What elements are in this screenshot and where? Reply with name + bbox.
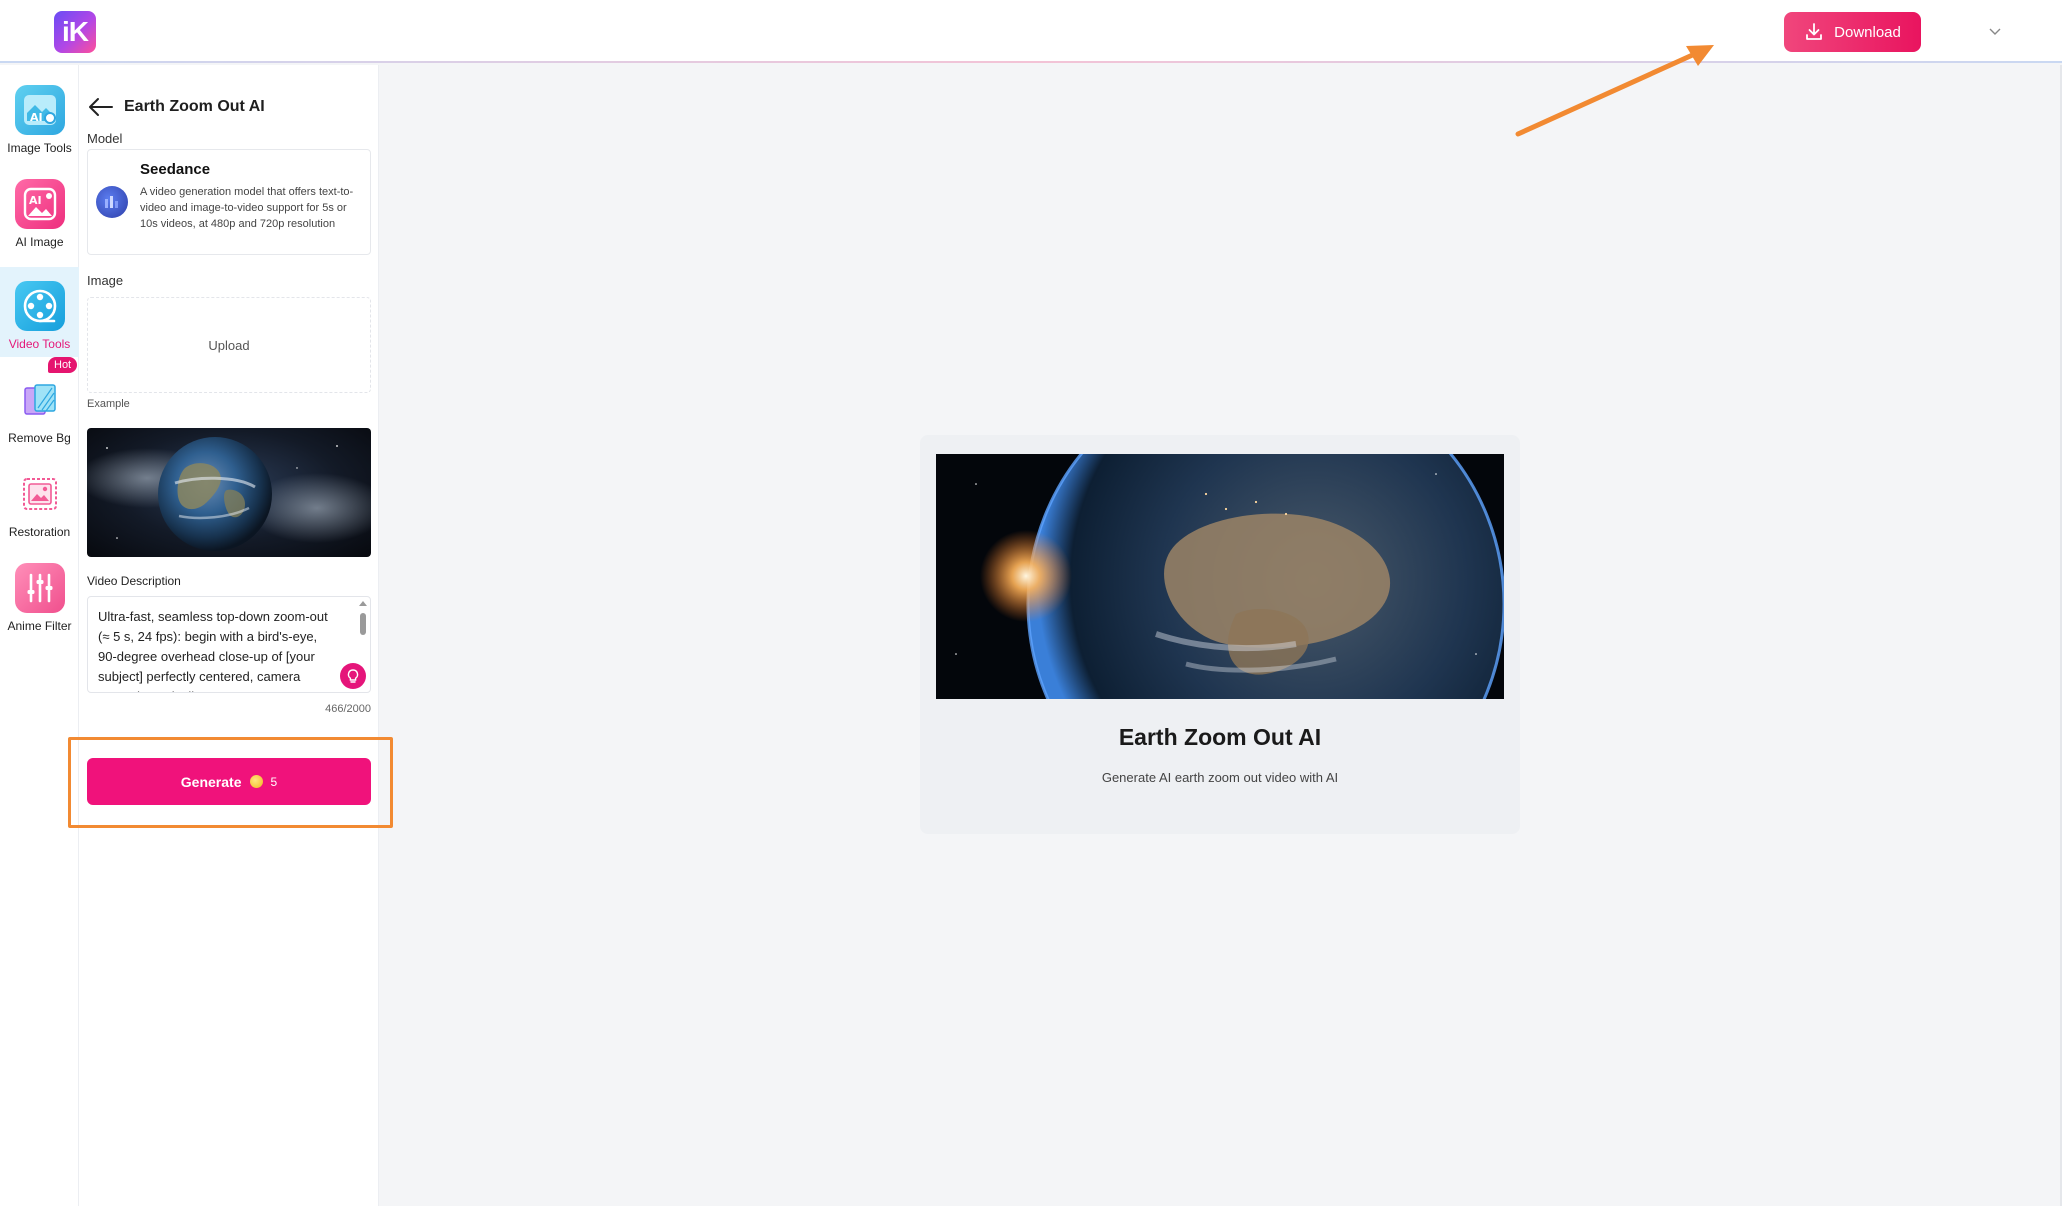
svg-text:AI: AI [29, 194, 42, 207]
rail-item-anime-filter[interactable]: Anime Filter [0, 543, 79, 633]
video-description-textarea[interactable]: Ultra-fast, seamless top-down zoom-out (… [87, 596, 371, 693]
preview-subtitle: Generate AI earth zoom out video with AI [1101, 770, 1339, 785]
rail-label: Remove Bg [8, 431, 71, 445]
video-tools-icon [14, 281, 65, 331]
preview-image [936, 454, 1504, 699]
anime-filter-icon [14, 563, 65, 613]
earth-example-image [87, 437, 371, 551]
textarea-scrollbar[interactable] [360, 613, 366, 635]
generate-cost: 5 [270, 774, 278, 789]
rail-item-restoration[interactable]: Restoration [0, 449, 79, 539]
character-counter: 466/2000 [325, 703, 371, 715]
example-label: Example [87, 398, 130, 410]
rail-item-remove-bg[interactable]: Remove Bg [0, 355, 79, 445]
seedance-logo-icon [96, 186, 128, 218]
image-label: Image [87, 273, 124, 288]
rail-item-video-tools[interactable]: Video Tools [0, 267, 88, 357]
prompt-idea-button[interactable] [340, 663, 366, 689]
download-button[interactable]: Download [1784, 12, 1921, 52]
account-dropdown[interactable] [1984, 20, 2006, 42]
panel-title: Earth Zoom Out AI [124, 98, 265, 115]
rail-label: Video Tools [8, 337, 71, 351]
generate-label: Generate [180, 773, 242, 790]
model-label: Model [87, 131, 123, 146]
panel-header: Earth Zoom Out AI [88, 94, 265, 120]
back-arrow-icon[interactable] [88, 94, 114, 120]
upload-label: Upload [208, 337, 250, 353]
rail-label: AI Image [15, 235, 64, 249]
restoration-icon [15, 469, 65, 519]
download-label: Download [1834, 23, 1901, 41]
app-logo[interactable]: iK [54, 11, 96, 53]
model-description: A video generation model that offers tex… [140, 186, 354, 230]
rail-item-image-tools[interactable]: AI Image Tools [0, 65, 79, 155]
rail-label: Image Tools [7, 141, 72, 155]
image-tools-icon: AI [14, 85, 65, 135]
preview-title: Earth Zoom Out AI [1118, 724, 1322, 750]
svg-text:AI: AI [30, 111, 43, 124]
rail-item-ai-image[interactable]: AI AI Image [0, 159, 79, 249]
generate-button[interactable]: Generate 5 [87, 758, 371, 805]
coin-icon [249, 775, 263, 788]
ai-image-icon: AI [14, 179, 65, 229]
example-thumbnail[interactable] [87, 428, 371, 557]
scroll-up-arrow-icon[interactable] [359, 601, 367, 606]
annotation-arrow-icon [1515, 45, 1714, 137]
rail-label: Restoration [8, 525, 71, 539]
video-description-label: Video Description [87, 574, 181, 588]
lightbulb-icon [347, 669, 359, 683]
download-icon [1806, 23, 1823, 40]
model-name: Seedance [140, 161, 211, 178]
image-upload-dropzone[interactable]: Upload [87, 297, 371, 393]
video-description-text: Ultra-fast, seamless top-down zoom-out (… [98, 609, 328, 692]
chevron-down-icon [1989, 28, 2001, 35]
model-selector[interactable]: Seedance A video generation model that o… [87, 149, 371, 255]
top-bar: iK Download [0, 0, 2062, 63]
rail-label: Anime Filter [7, 619, 72, 633]
remove-bg-icon [15, 375, 65, 425]
earth-preview-image [936, 454, 1504, 699]
